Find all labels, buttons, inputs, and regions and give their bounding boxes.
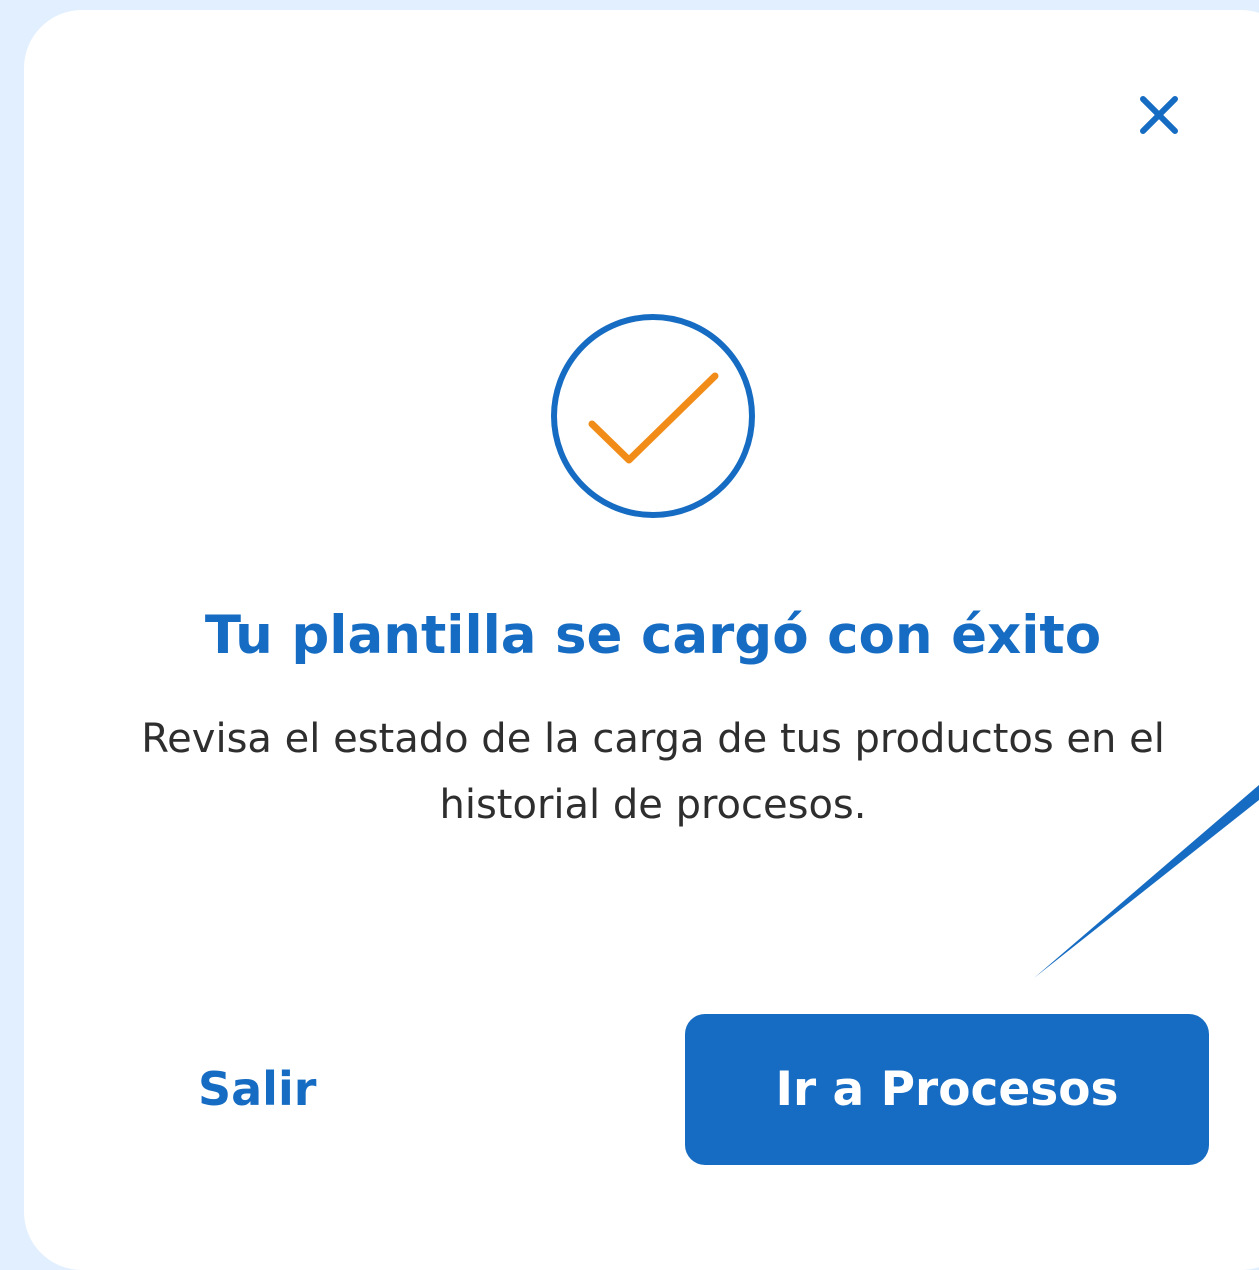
dialog-title: Tu plantilla se cargó con éxito xyxy=(204,605,1102,666)
go-to-processes-label: Ir a Procesos xyxy=(775,1062,1119,1117)
exit-link[interactable]: Salir xyxy=(198,1057,316,1121)
dialog-message: Revisa el estado de la carga de tus prod… xyxy=(141,716,1165,828)
check-circle-icon xyxy=(547,312,759,524)
close-button[interactable] xyxy=(1130,86,1188,144)
go-to-processes-button[interactable]: Ir a Procesos xyxy=(685,1014,1209,1165)
close-icon xyxy=(1140,96,1178,134)
